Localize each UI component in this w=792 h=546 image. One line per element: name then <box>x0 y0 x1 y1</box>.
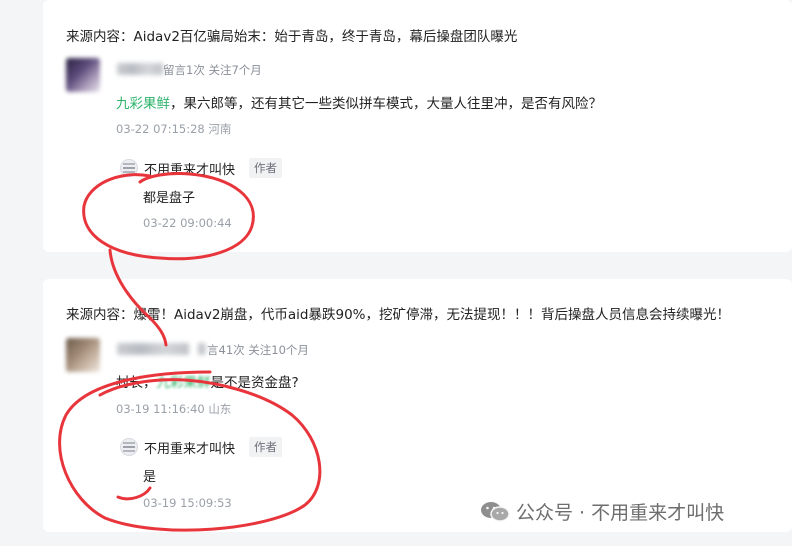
author-avatar[interactable] <box>120 438 138 456</box>
mention-link[interactable]: 九彩果鲜 <box>116 96 170 112</box>
comment-timestamp: 03-22 07:15:28 河南 <box>116 122 232 136</box>
watermark: 公众号 · 不用重来才叫快 <box>480 498 724 525</box>
avatar[interactable] <box>66 58 100 92</box>
comment-body: ，果六郎等，还有其它一些类似拼车模式，大量人往里冲，是否有风险？ <box>170 96 602 112</box>
commenter-name-fragment <box>198 343 206 355</box>
commenter-name[interactable] <box>117 63 163 75</box>
reply-author-name[interactable]: 不用重来才叫快 <box>144 159 235 178</box>
comment-body: 是不是资金盘? <box>210 375 299 391</box>
source-content[interactable]: 来源内容：爆雷！Aidav2崩盘，代币aid暴跌90%，挖矿停滞，无法提现！！！… <box>66 303 730 323</box>
reply-timestamp: 03-22 09:00:44 <box>143 216 232 230</box>
comment-timestamp: 03-19 11:16:40 山东 <box>116 402 232 416</box>
comment-text: 九彩果鲜，果六郎等，还有其它一些类似拼车模式，大量人往里冲，是否有风险？ <box>116 92 602 112</box>
reply-text: 是 <box>143 470 157 485</box>
wechat-icon <box>481 501 510 522</box>
reply-author-name[interactable]: 不用重来才叫快 <box>144 438 235 457</box>
comment-card: 来源内容：爆雷！Aidav2崩盘，代币aid暴跌90%，挖矿停滞，无法提现！！！… <box>43 279 792 532</box>
reply-text: 都是盘子 <box>143 191 196 206</box>
source-content[interactable]: 来源内容：Aidav2百亿骗局始末：始于青岛，终于青岛，幕后操盘团队曝光 <box>66 25 517 45</box>
commenter-meta: 言41次 关注10个月 <box>207 343 309 357</box>
comment-prefix: 村长， <box>116 375 157 391</box>
watermark-text: 公众号 · 不用重来才叫快 <box>516 502 725 524</box>
reply-timestamp: 03-19 15:09:53 <box>143 496 232 510</box>
author-badge: 作者 <box>249 158 282 178</box>
comment-text: 村长，九彩果鲜是不是资金盘? <box>116 371 299 391</box>
author-avatar[interactable] <box>120 159 138 177</box>
mention-link[interactable]: 九彩果鲜 <box>157 375 211 391</box>
comment-card: 来源内容：Aidav2百亿骗局始末：始于青岛，终于青岛，幕后操盘团队曝光 留言1… <box>43 0 792 252</box>
avatar[interactable] <box>66 338 100 372</box>
commenter-name[interactable] <box>117 343 189 355</box>
author-badge: 作者 <box>249 437 282 457</box>
commenter-meta: 留言1次 关注7个月 <box>163 63 262 77</box>
